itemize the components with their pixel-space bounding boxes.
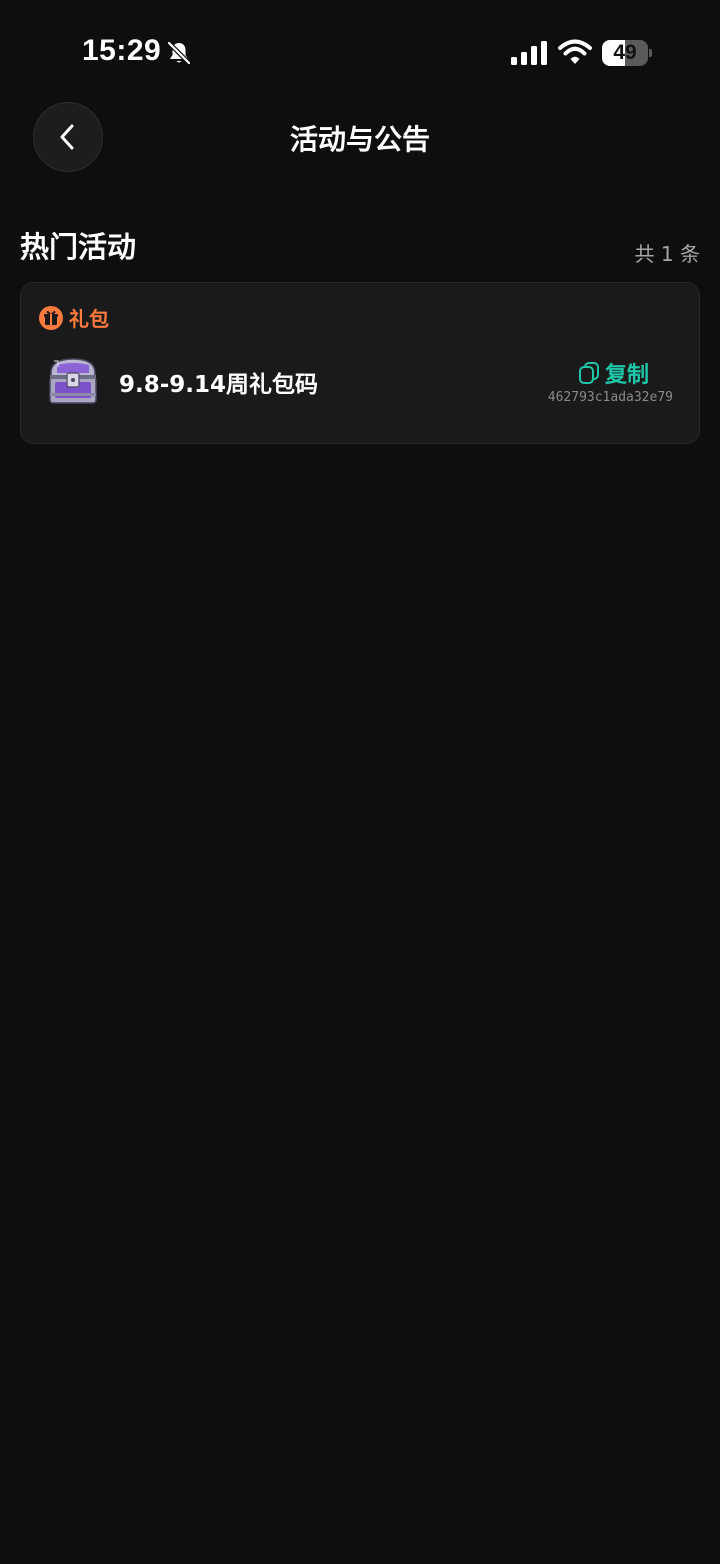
battery-level: 49	[613, 41, 637, 64]
battery-tip	[649, 49, 652, 57]
bell-muted-icon	[167, 41, 191, 65]
section-title: 热门活动	[20, 230, 137, 264]
treasure-chest-image	[49, 358, 97, 404]
gift-icon	[39, 305, 63, 330]
status-bar: 15:29 49	[0, 0, 720, 100]
battery-body: 49	[602, 40, 648, 66]
copy-label: 复制	[605, 363, 650, 388]
gift-code-title: 9.8-9.14周礼包码	[119, 372, 319, 398]
page-title: 活动与公告	[289, 123, 430, 156]
wifi-icon	[558, 39, 592, 64]
gift-code-value: 462793c1ada32e79	[547, 390, 673, 405]
section-count: 共 1 条	[634, 242, 700, 266]
gift-code-card[interactable]: 礼包 9.8-9.14周礼包码 复制 462793c1ada32e79	[20, 282, 700, 444]
battery-icon: 49	[602, 40, 652, 66]
signal-icon	[511, 41, 547, 65]
status-time: 15:29	[82, 34, 162, 67]
copy-button[interactable]: 复制	[577, 357, 649, 389]
category-tag: 礼包	[39, 303, 109, 332]
tag-label: 礼包	[69, 307, 109, 331]
copy-icon	[579, 362, 599, 384]
